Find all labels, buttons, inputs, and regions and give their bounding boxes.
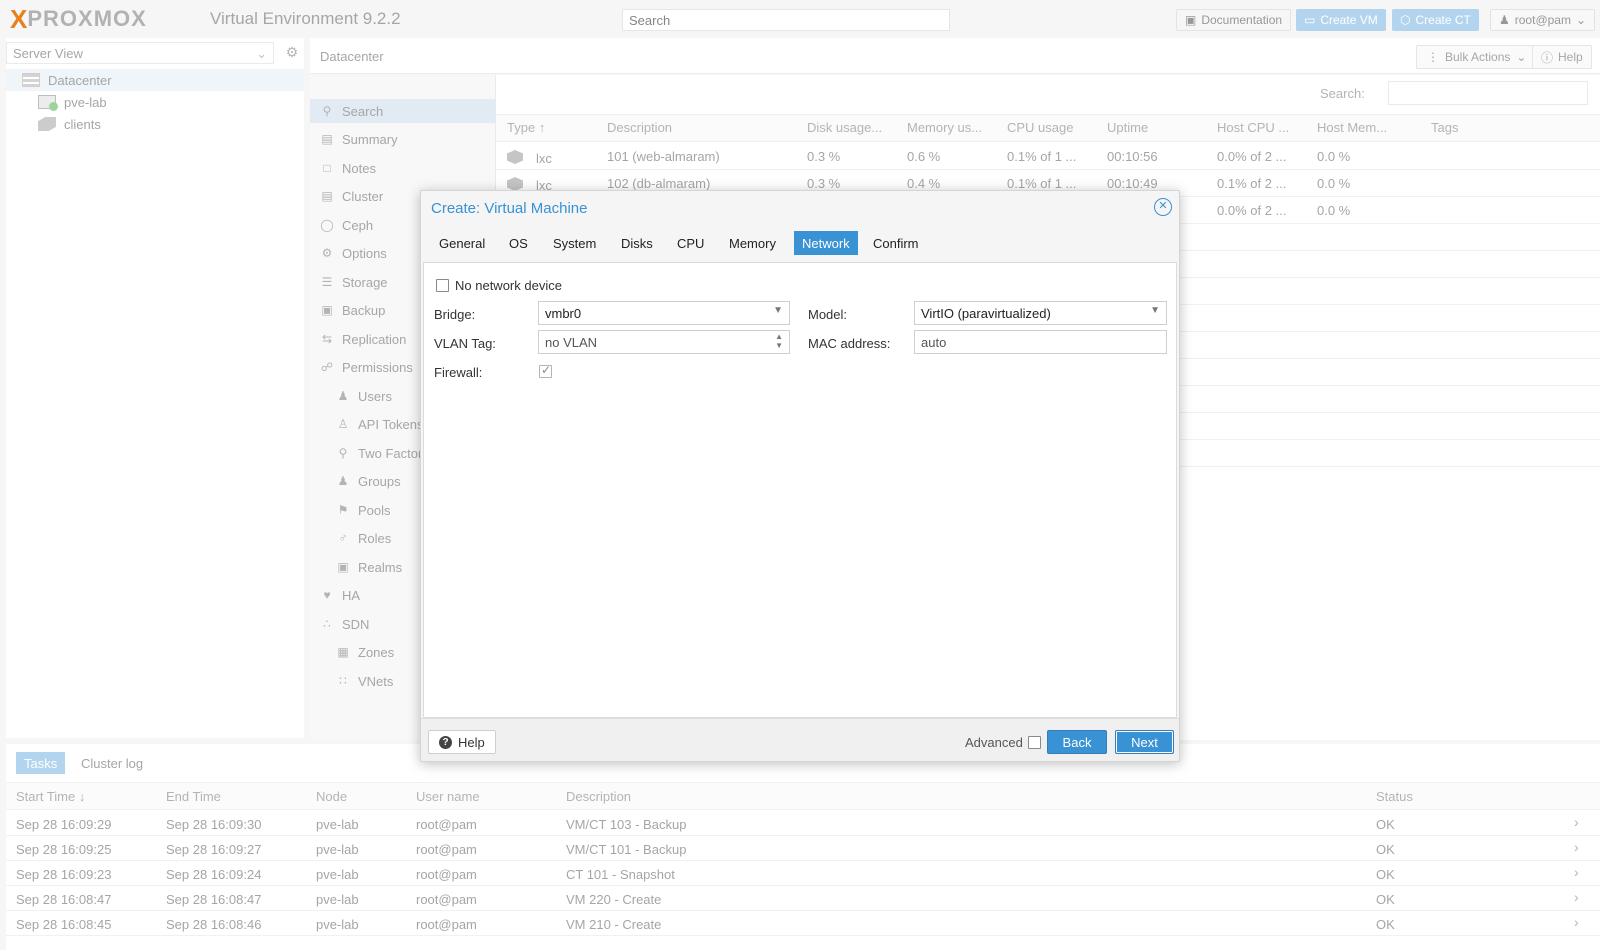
dialog-title: Create: Virtual Machine <box>431 200 588 217</box>
no-network-device-label: No network device <box>455 278 562 293</box>
bridge-label: Bridge: <box>434 307 476 322</box>
chevron-down-icon: ▼ <box>773 305 783 316</box>
vlan-tag-value: no VLAN <box>545 335 598 350</box>
model-select[interactable]: VirtIO (paravirtualized) ▼ <box>914 301 1167 325</box>
network-form: No network device Bridge: vmbr0 ▼ VLAN T… <box>423 262 1177 718</box>
tab-os[interactable]: OS <box>501 231 536 255</box>
dialog-help-button[interactable]: ? Help <box>428 730 496 754</box>
bridge-value: vmbr0 <box>545 306 582 321</box>
tab-disks[interactable]: Disks <box>613 231 661 255</box>
tab-network[interactable]: Network <box>794 231 858 255</box>
firewall-label: Firewall: <box>434 365 483 380</box>
next-button[interactable]: Next <box>1115 730 1174 754</box>
mac-address-value: auto <box>921 335 947 350</box>
tab-memory[interactable]: Memory <box>721 231 784 255</box>
model-label: Model: <box>808 307 848 322</box>
create-vm-dialog: Create: Virtual Machine ✕ General OS Sys… <box>420 190 1180 762</box>
mac-address-label: MAC address: <box>808 336 891 351</box>
advanced-checkbox[interactable] <box>1028 736 1041 749</box>
close-icon[interactable]: ✕ <box>1154 198 1172 216</box>
advanced-label: Advanced <box>965 735 1023 750</box>
model-value: VirtIO (paravirtualized) <box>921 306 1051 321</box>
no-network-device-checkbox[interactable] <box>436 279 449 292</box>
tab-system[interactable]: System <box>545 231 604 255</box>
back-button[interactable]: Back <box>1047 730 1107 754</box>
bridge-select[interactable]: vmbr0 ▼ <box>538 301 790 325</box>
dialog-footer: ? Help Advanced Back Next <box>421 718 1179 761</box>
dialog-help-label: Help <box>458 734 485 750</box>
spinner-arrows-icon[interactable]: ▲ ▼ <box>775 332 783 350</box>
firewall-checkbox[interactable] <box>539 363 552 378</box>
chevron-down-icon: ▼ <box>1150 305 1160 316</box>
tab-confirm[interactable]: Confirm <box>865 231 927 255</box>
tab-general[interactable]: General <box>431 231 493 255</box>
vlan-tag-label: VLAN Tag: <box>434 336 496 351</box>
vlan-tag-spinner[interactable]: no VLAN ▲ ▼ <box>538 330 790 354</box>
tab-cpu[interactable]: CPU <box>669 231 712 255</box>
mac-address-input[interactable]: auto <box>914 330 1167 354</box>
question-circle-icon: ? <box>439 735 452 749</box>
